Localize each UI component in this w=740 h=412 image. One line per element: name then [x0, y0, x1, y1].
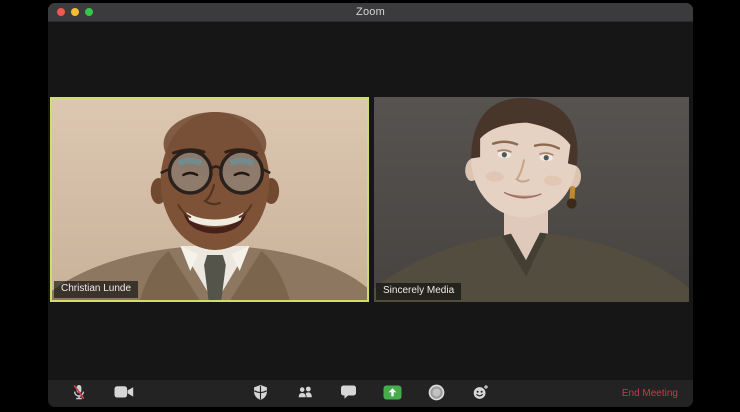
video-feed-sincerely-media: [374, 97, 689, 302]
minimize-button[interactable]: [71, 8, 79, 16]
video-tile-christian-lunde[interactable]: Christian Lunde: [50, 97, 369, 302]
desktop-background: Zoom Christian Lunde Sincerely Media End…: [0, 0, 740, 412]
participant-name-label: Christian Lunde: [54, 281, 139, 298]
share-screen-icon: [383, 385, 402, 403]
toolbar-left-group: [48, 380, 146, 407]
meeting-content: Christian Lunde Sincerely Media: [48, 22, 693, 380]
participants-button[interactable]: [283, 380, 327, 407]
security-button[interactable]: [239, 380, 283, 407]
security-shield-icon: [252, 384, 269, 404]
participant-name-label: Sincerely Media: [376, 283, 462, 300]
video-feed-christian-lunde: [52, 99, 367, 300]
video-camera-icon: [114, 385, 134, 402]
chat-bubble-icon: [340, 384, 357, 403]
chat-button[interactable]: [327, 380, 371, 407]
close-button[interactable]: [57, 8, 65, 16]
window-title: Zoom: [356, 6, 385, 18]
video-grid: Christian Lunde Sincerely Media: [50, 97, 689, 302]
traffic-lights: [57, 3, 93, 21]
zoom-window: Zoom Christian Lunde Sincerely Media End…: [48, 3, 693, 407]
toolbar-center-group: [239, 380, 503, 407]
share-screen-button[interactable]: [371, 380, 415, 407]
titlebar: Zoom: [48, 3, 693, 22]
fullscreen-button[interactable]: [85, 8, 93, 16]
meeting-toolbar: End Meeting: [48, 380, 693, 407]
stop-video-button[interactable]: [101, 380, 146, 407]
muted-mic-icon: [70, 383, 88, 404]
end-meeting-button[interactable]: End Meeting: [622, 380, 678, 407]
reactions-button[interactable]: [459, 380, 503, 407]
record-circle-icon: [428, 384, 445, 404]
reactions-smiley-icon: [472, 384, 489, 403]
record-button[interactable]: [415, 380, 459, 407]
mute-button[interactable]: [56, 380, 101, 407]
video-tile-sincerely-media[interactable]: Sincerely Media: [374, 97, 689, 302]
participants-icon: [296, 384, 314, 403]
